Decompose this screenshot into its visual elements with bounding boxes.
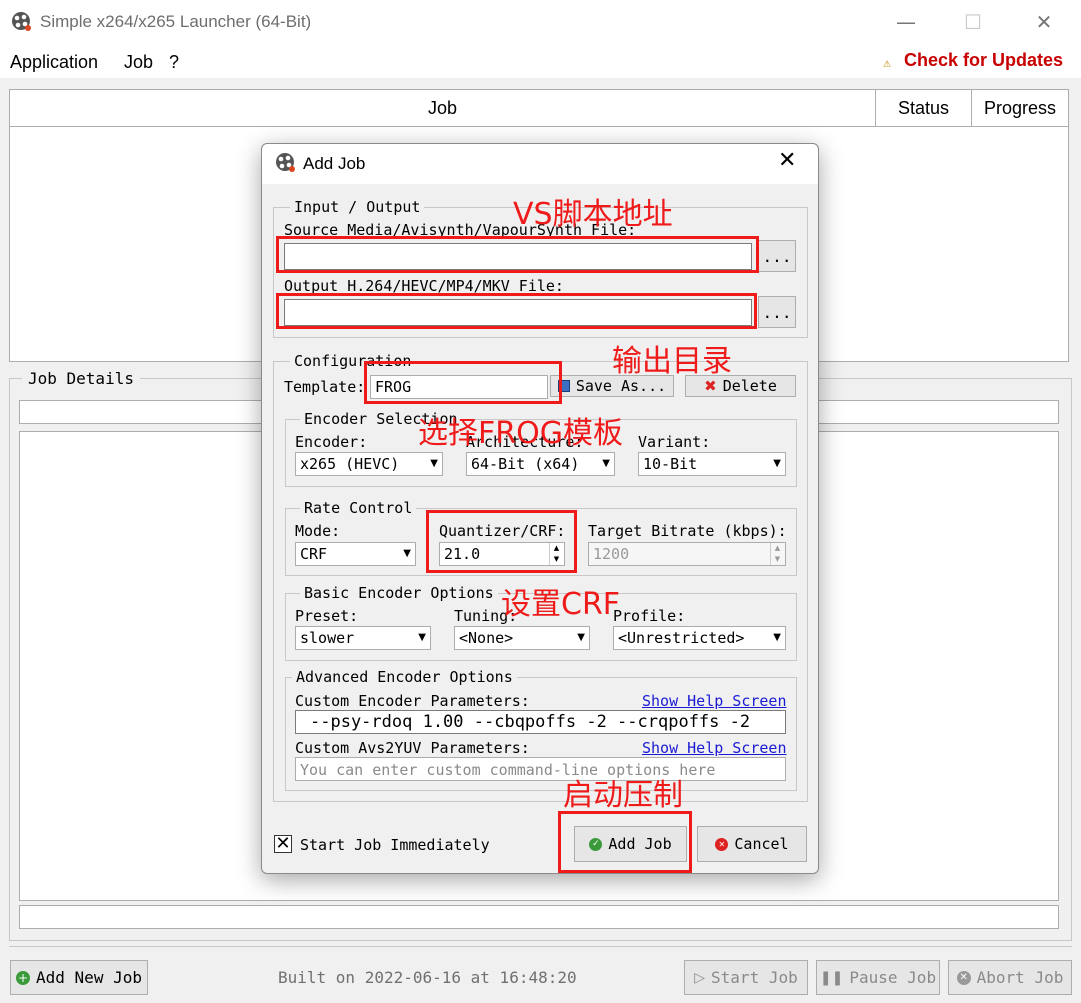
avs-help-link[interactable]: Show Help Screen bbox=[642, 739, 787, 757]
menu-application[interactable]: Application bbox=[10, 52, 98, 73]
close-button[interactable]: ✕ bbox=[1026, 8, 1062, 36]
variant-value: 10-Bit bbox=[643, 455, 698, 473]
check-updates-link[interactable]: Check for Updates bbox=[904, 50, 1063, 71]
add-new-job-label: Add New Job bbox=[36, 968, 142, 987]
profile-select[interactable]: <Unrestricted> ▼ bbox=[613, 626, 786, 650]
chevron-down-icon: ▼ bbox=[403, 548, 411, 559]
spin-down-icon[interactable]: ▼ bbox=[770, 554, 784, 565]
spin-up-icon[interactable]: ▲ bbox=[770, 543, 784, 554]
profile-value: <Unrestricted> bbox=[618, 629, 745, 647]
template-highlight-box bbox=[364, 361, 562, 404]
annotation-vs-script: VS脚本地址 bbox=[513, 197, 673, 232]
bitrate-value: 1200 bbox=[593, 545, 630, 563]
annotation-set-crf: 设置CRF bbox=[501, 587, 621, 622]
custom-avs-label: Custom Avs2YUV Parameters: bbox=[295, 739, 530, 757]
cancel-label: Cancel bbox=[734, 835, 789, 853]
profile-label: Profile: bbox=[613, 607, 686, 625]
column-header-status[interactable]: Status bbox=[876, 90, 972, 127]
job-details-legend: Job Details bbox=[22, 369, 140, 388]
mode-value: CRF bbox=[300, 545, 328, 563]
chevron-down-icon: ▼ bbox=[577, 632, 585, 643]
output-browse-button[interactable]: ... bbox=[758, 296, 796, 328]
start-job-button[interactable]: ▷ Start Job bbox=[684, 960, 808, 995]
app-film-icon bbox=[12, 12, 31, 31]
tuning-value: <None> bbox=[459, 629, 514, 647]
plus-icon: + bbox=[16, 970, 31, 985]
pause-job-button[interactable]: ❚❚ Pause Job bbox=[816, 960, 940, 995]
output-highlight-box bbox=[276, 293, 757, 329]
start-immediately-checkbox[interactable]: ✕ bbox=[274, 835, 292, 853]
footer-divider bbox=[9, 946, 1072, 947]
template-label: Template: bbox=[284, 378, 366, 396]
bitrate-label: Target Bitrate (kbps): bbox=[588, 522, 787, 540]
pause-icon: ❚❚ bbox=[819, 969, 844, 986]
rate-control-legend: Rate Control bbox=[300, 499, 417, 517]
crf-highlight-box bbox=[426, 510, 577, 573]
column-header-job[interactable]: Job bbox=[10, 90, 876, 127]
mode-select[interactable]: CRF ▼ bbox=[295, 542, 416, 566]
bitrate-spinbox[interactable]: 1200 ▲ ▼ bbox=[588, 542, 786, 566]
encoder-value: x265 (HEVC) bbox=[300, 455, 400, 473]
chevron-down-icon: ▼ bbox=[418, 632, 426, 643]
maximize-button[interactable]: ☐ bbox=[955, 8, 991, 36]
custom-avs-input[interactable]: You can enter custom command-line option… bbox=[295, 757, 786, 781]
preset-select[interactable]: slower ▼ bbox=[295, 626, 431, 650]
abort-job-button[interactable]: ✕ Abort Job bbox=[948, 960, 1072, 995]
chevron-down-icon: ▼ bbox=[602, 458, 610, 469]
menu-job[interactable]: Job bbox=[124, 52, 153, 73]
menu-help[interactable]: ? bbox=[169, 52, 179, 73]
chevron-down-icon: ▼ bbox=[430, 458, 438, 469]
encoder-help-link[interactable]: Show Help Screen bbox=[642, 692, 787, 710]
annotation-frog-template: 选择FROG模板 bbox=[418, 416, 623, 451]
dialog-film-icon bbox=[276, 153, 295, 172]
annotation-start-encode: 启动压制 bbox=[563, 778, 683, 813]
add-job-highlight-box bbox=[558, 811, 692, 873]
play-icon: ▷ bbox=[694, 969, 706, 986]
source-highlight-box bbox=[276, 236, 759, 273]
source-browse-button[interactable]: ... bbox=[758, 240, 796, 272]
encoder-label: Encoder: bbox=[295, 433, 368, 451]
dialog-title: Add Job bbox=[303, 154, 366, 173]
architecture-select[interactable]: 64-Bit (x64) ▼ bbox=[466, 452, 615, 476]
chevron-down-icon: ▼ bbox=[773, 458, 781, 469]
preset-value: slower bbox=[300, 629, 355, 647]
architecture-value: 64-Bit (x64) bbox=[471, 455, 580, 473]
abort-job-label: Abort Job bbox=[976, 968, 1064, 987]
custom-encoder-input[interactable]: --psy-rdoq 1.00 --cbqpoffs -2 --crqpoffs… bbox=[295, 710, 786, 734]
cancel-icon: ✕ bbox=[715, 837, 729, 851]
custom-encoder-label: Custom Encoder Parameters: bbox=[295, 692, 530, 710]
advanced-options-legend: Advanced Encoder Options bbox=[292, 668, 517, 686]
variant-label: Variant: bbox=[638, 433, 711, 451]
start-immediately-label: Start Job Immediately bbox=[300, 836, 490, 854]
basic-options-legend: Basic Encoder Options bbox=[300, 584, 498, 602]
job-progress-field[interactable] bbox=[19, 905, 1059, 929]
add-new-job-button[interactable]: + Add New Job bbox=[10, 960, 148, 995]
start-job-label: Start Job bbox=[711, 968, 798, 987]
build-info: Built on 2022-06-16 at 16:48:20 bbox=[278, 968, 577, 987]
encoder-select[interactable]: x265 (HEVC) ▼ bbox=[295, 452, 443, 476]
preset-label: Preset: bbox=[295, 607, 359, 625]
chevron-down-icon: ▼ bbox=[773, 632, 781, 643]
annotation-output-dir: 输出目录 bbox=[612, 344, 732, 379]
input-output-legend: Input / Output bbox=[290, 198, 425, 216]
warning-icon: ⚠ bbox=[883, 56, 891, 71]
tuning-select[interactable]: <None> ▼ bbox=[454, 626, 590, 650]
window-title: Simple x264/x265 Launcher (64-Bit) bbox=[40, 12, 312, 31]
mode-label: Mode: bbox=[295, 522, 341, 540]
column-header-progress[interactable]: Progress bbox=[972, 90, 1068, 127]
pause-job-label: Pause Job bbox=[849, 968, 937, 987]
dialog-close-button[interactable]: ✕ bbox=[778, 148, 796, 173]
variant-select[interactable]: 10-Bit ▼ bbox=[638, 452, 786, 476]
abort-icon: ✕ bbox=[956, 970, 971, 985]
cancel-button[interactable]: ✕ Cancel bbox=[697, 826, 807, 862]
minimize-button[interactable]: — bbox=[888, 8, 924, 36]
